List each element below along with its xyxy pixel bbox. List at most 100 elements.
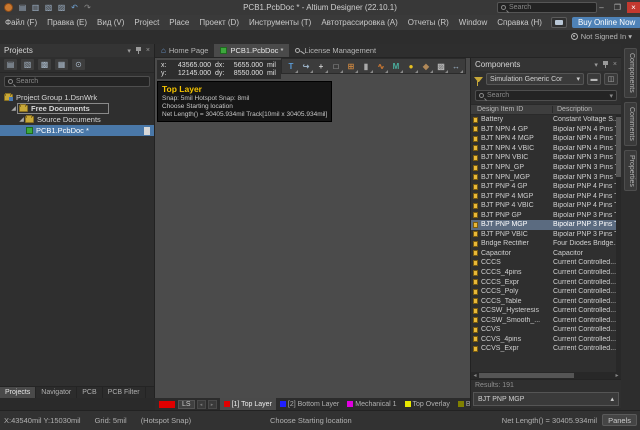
layer-scroll-left-icon[interactable]: ◂ [197,400,206,409]
open-folder-icon[interactable]: ▩ [38,59,51,70]
copy-documents-icon[interactable]: ▦ [55,59,68,70]
table-row[interactable]: CCVS Current Controlled... [471,325,621,335]
chat-icon[interactable] [551,17,567,28]
menu-item[interactable]: Project [129,18,164,27]
layer-tab[interactable]: [1] Top Layer [220,398,276,410]
tree-expand-icon[interactable]: ◢ [18,116,25,123]
components-search-input[interactable]: Search ▾ [475,90,617,101]
tree-item-free-documents[interactable]: ◢ Free Documents [0,103,154,114]
table-row[interactable]: Battery Constant Voltage S... [471,115,621,125]
vertical-panel-tab[interactable]: Components [624,48,637,98]
menu-item[interactable]: Проект (D) [194,18,244,27]
dimension-tool-icon[interactable]: ↔ [449,60,463,73]
menu-item[interactable]: Правка (E) [42,18,92,27]
crosshair-tool-icon[interactable]: + [314,60,328,73]
layer-tab[interactable]: [2] Bottom Layer [276,398,343,410]
list-view-button[interactable]: ▬ [587,73,601,85]
tab-home-page[interactable]: ⌂ Home Page [155,44,214,57]
filter-icon[interactable] [474,77,483,82]
polygon-tool-icon[interactable]: ◆ [419,60,433,73]
layer-tab[interactable]: Mechanical 1 [343,398,400,410]
scroll-right-icon[interactable]: ▸ [613,372,621,379]
projects-search-input[interactable]: Search [4,76,150,87]
scrollbar-thumb[interactable] [479,373,574,378]
split-view-button[interactable]: ◫ [604,73,618,85]
account-menu[interactable]: Not Signed In ▾ [571,32,632,41]
buy-online-button[interactable]: Buy Online Now [572,17,640,28]
table-row[interactable]: BJT NPN 4 VBIC Bipolar NPN 4 Pins T... [471,144,621,154]
routing-modes-icon[interactable]: ↪ [299,60,313,73]
table-row[interactable]: BJT PNP MGP Bipolar PNP 3 Pins Tr... [471,220,621,230]
table-row[interactable]: Capacitor Capacitor [471,249,621,259]
route-tool-icon[interactable]: ∿ [374,60,388,73]
pin-icon[interactable] [136,47,141,54]
menu-item[interactable]: Window [454,18,492,27]
panels-button[interactable]: Panels [602,414,637,426]
vertical-panel-tab[interactable]: Properties [624,150,637,192]
menu-item[interactable]: Автотрассировка (A) [316,18,402,27]
table-row[interactable]: CCCS_Poly Current Controlled... [471,287,621,297]
tree-item-pcb1-pcbdoc[interactable]: PCB1.PcbDoc * [0,125,154,136]
global-search-input[interactable]: Search [497,2,597,13]
table-row[interactable]: CCCS_Table Current Controlled... [471,296,621,306]
meander-tool-icon[interactable]: M [389,60,403,73]
table-row[interactable]: BJT NPN 4 GP Bipolar NPN 4 Pins T... [471,125,621,135]
collapse-icon[interactable]: ▴ [610,395,614,403]
fill-tool-icon[interactable]: ▮ [359,60,373,73]
close-icon[interactable]: × [613,61,617,68]
settings-icon[interactable]: ⊙ [72,59,85,70]
close-button[interactable]: × [627,2,640,13]
maximize-button[interactable]: ❐ [611,2,624,13]
table-row[interactable]: BJT NPN VBIC Bipolar NPN 3 Pins T... [471,153,621,163]
menu-item[interactable]: Файл (F) [0,18,42,27]
tree-expand-icon[interactable]: ◢ [10,105,17,112]
table-row[interactable]: CCVS_4pins Current Controlled... [471,335,621,345]
table-row[interactable]: BJT PNP VBIC Bipolar PNP 3 Pins Tr... [471,230,621,240]
room-tool-icon[interactable]: □ [329,60,343,73]
table-row[interactable]: BJT NPN_GP Bipolar NPN 3 Pins T... [471,163,621,173]
panel-tab[interactable]: PCB Filter [103,387,146,398]
table-row[interactable]: CCCS_4pins Current Controlled... [471,268,621,278]
horizontal-scrollbar[interactable]: ◂ ▸ [471,372,621,379]
chevron-down-icon[interactable]: ▾ [127,47,131,55]
edit-document-icon[interactable]: ▧ [21,59,34,70]
layer-tab[interactable]: Top Overlay [401,398,454,410]
table-row[interactable]: CCSW_Hysteresis Current Controlled... [471,306,621,316]
vertical-panel-tab[interactable]: Comments [624,102,637,146]
table-row[interactable]: Bridge Rectifier Four Diodes Bridge... [471,239,621,249]
table-row[interactable]: BJT PNP 4 GP Bipolar PNP 4 Pins Tr... [471,182,621,192]
menu-item[interactable]: Справка (H) [492,18,547,27]
panel-tab[interactable]: Projects [0,387,36,398]
table-row[interactable]: CCCS_Expr Current Controlled... [471,277,621,287]
selected-component-bar[interactable]: BJT PNP MGP ▴ [473,392,619,406]
keepout-tool-icon[interactable]: ▨ [434,60,448,73]
tree-item-project-group[interactable]: Project Group 1.DsnWrk [0,92,154,103]
table-row[interactable]: BJT NPN 4 MGP Bipolar NPN 4 Pins T... [471,134,621,144]
pad-array-tool-icon[interactable]: ⊞ [344,60,358,73]
column-design-item-id[interactable]: Design Item ID [471,106,553,113]
menu-item[interactable]: Инструменты (T) [244,18,316,27]
category-dropdown[interactable]: Simulation Generic Cor ▾ [486,73,584,85]
table-row[interactable]: CCSW_Smooth_... Current Controlled... [471,315,621,325]
menu-item[interactable]: Place [164,18,194,27]
pcb-editor-canvas[interactable]: x:43565.000 dx:5655.000 mil y:12145.000 … [155,58,470,398]
table-row[interactable]: CCVS_Expr Current Controlled... [471,344,621,354]
filter-tool-icon[interactable]: T [284,60,298,73]
save-icon[interactable]: ▤ [4,59,17,70]
vertical-scrollbar[interactable] [616,115,621,372]
chevron-down-icon[interactable]: ▾ [594,61,598,69]
column-description[interactable]: Description [553,106,621,113]
layer-scroll-right-icon[interactable]: ▸ [208,400,217,409]
scroll-left-icon[interactable]: ◂ [471,372,479,379]
pin-icon[interactable] [603,61,608,68]
menu-item[interactable]: Отчеты (R) [403,18,454,27]
minimize-button[interactable]: – [595,2,608,13]
table-row[interactable]: BJT PNP GP Bipolar PNP 3 Pins Tr... [471,210,621,220]
table-row[interactable]: CCCS Current Controlled... [471,258,621,268]
table-row[interactable]: BJT PNP 4 VBIC Bipolar PNP 4 Pins Tr... [471,201,621,211]
panel-tab[interactable]: PCB [77,387,102,398]
tab-license-management[interactable]: License Management [289,44,382,57]
menu-item[interactable]: Вид (V) [92,18,129,27]
tab-pcb1-pcbdoc[interactable]: PCB1.PcbDoc * [214,44,289,57]
tree-item-source-documents[interactable]: ◢ Source Documents [0,114,154,125]
